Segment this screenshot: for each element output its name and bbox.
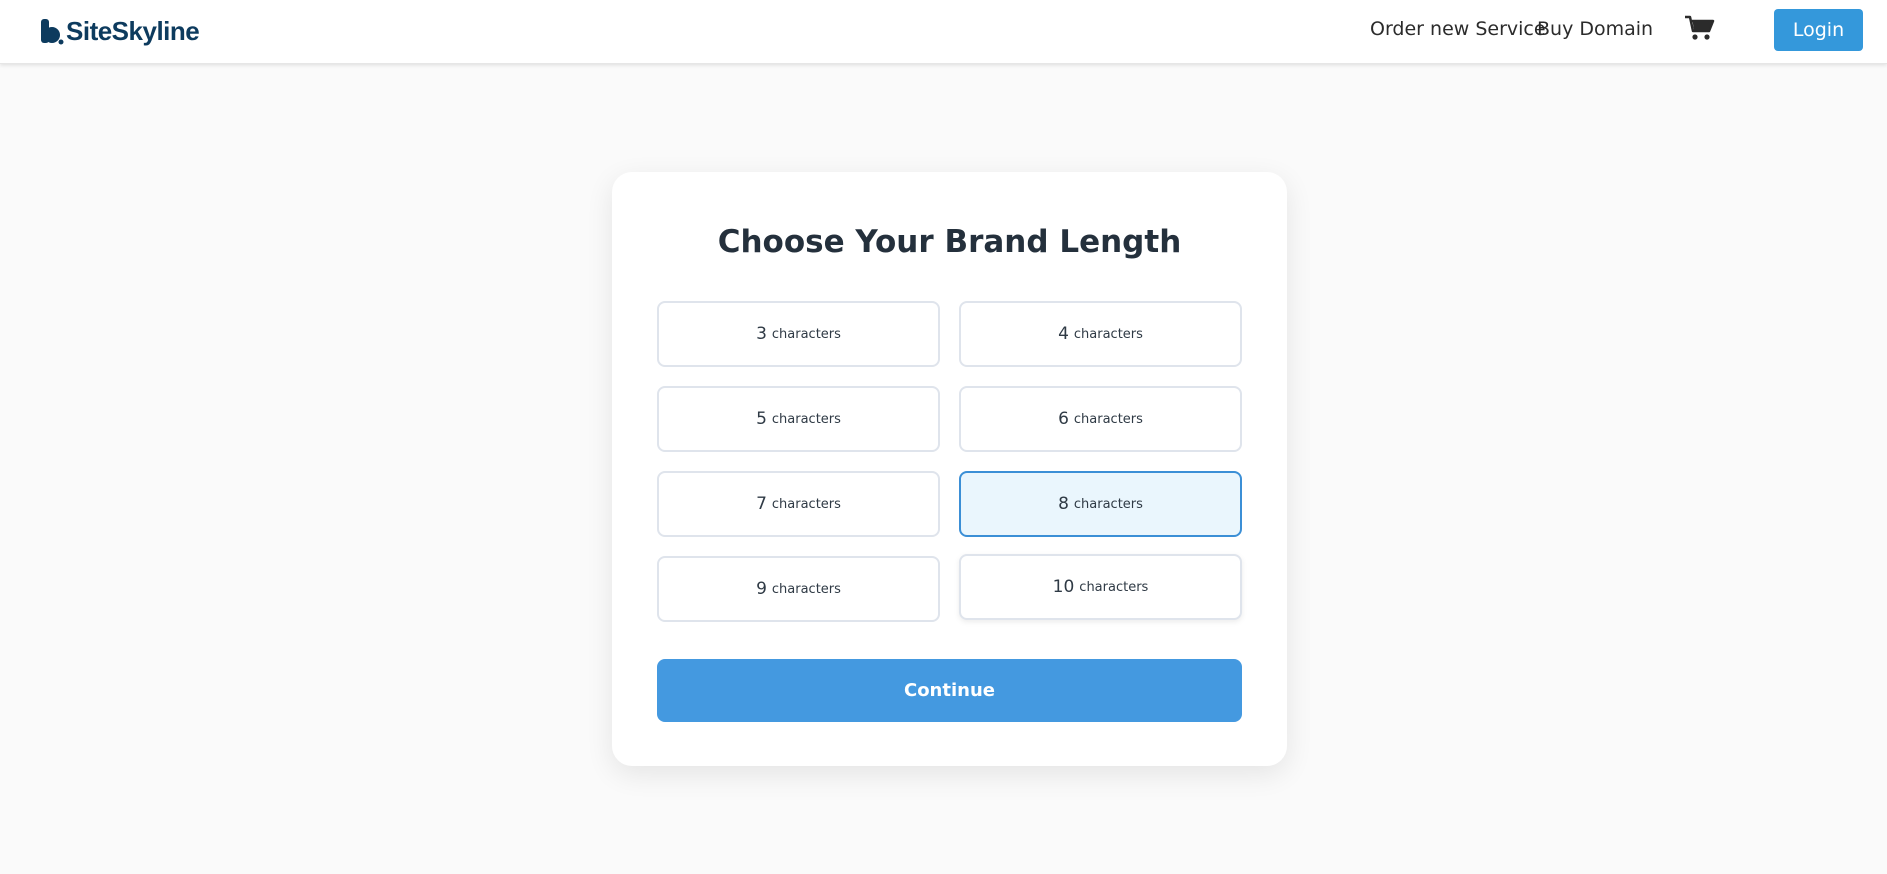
option-unit: characters [1073,411,1143,427]
continue-button[interactable]: Continue [657,659,1242,722]
shopping-cart-icon[interactable] [1684,14,1716,42]
option-unit: characters [771,326,841,342]
option-8-characters[interactable]: 8 characters [959,471,1242,537]
option-number: 5 [756,409,767,429]
option-4-characters[interactable]: 4 characters [959,301,1242,367]
logo-mark-icon [41,19,64,45]
option-number: 9 [756,579,767,599]
brand-length-card: Choose Your Brand Length 3 characters 4 … [612,172,1287,766]
option-unit: characters [1073,326,1143,342]
nav-order-new-service[interactable]: Order new Service [1370,18,1546,40]
nav-buy-domain[interactable]: Buy Domain [1537,18,1653,40]
option-unit: characters [771,581,841,597]
option-3-characters[interactable]: 3 characters [657,301,940,367]
login-button[interactable]: Login [1774,9,1863,51]
top-navbar: SiteSkyline Order new Service Buy Domain… [0,0,1887,64]
option-10-characters[interactable]: 10 characters [959,554,1242,620]
site-logo[interactable]: SiteSkyline [40,13,200,49]
option-9-characters[interactable]: 9 characters [657,556,940,622]
option-number: 7 [756,494,767,514]
option-number: 8 [1058,494,1069,514]
option-6-characters[interactable]: 6 characters [959,386,1242,452]
logo-text: SiteSkyline [66,15,200,46]
option-unit: characters [1079,579,1149,595]
option-7-characters[interactable]: 7 characters [657,471,940,537]
option-number: 6 [1058,409,1069,429]
option-unit: characters [771,411,841,427]
page-title: Choose Your Brand Length [717,224,1182,260]
option-5-characters[interactable]: 5 characters [657,386,940,452]
option-number: 3 [756,324,767,344]
option-unit: characters [1073,496,1143,512]
option-number: 10 [1052,577,1075,597]
option-unit: characters [771,496,841,512]
option-number: 4 [1058,324,1069,344]
